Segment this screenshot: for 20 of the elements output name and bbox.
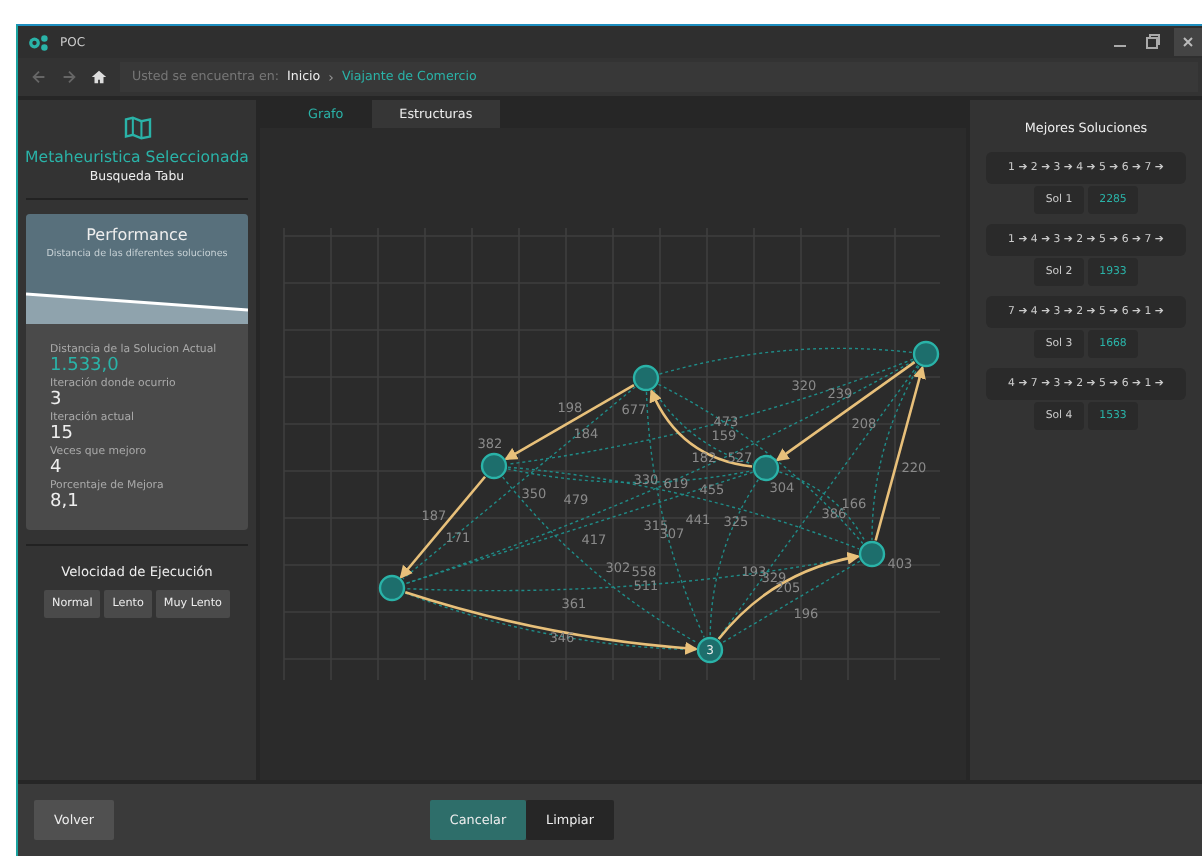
- stat-value: 8,1: [50, 492, 79, 514]
- performance-title: Performance: [86, 226, 188, 244]
- home-icon[interactable]: [90, 68, 108, 86]
- graph-node[interactable]: [631, 364, 659, 392]
- graph-node[interactable]: [751, 454, 779, 482]
- stat-value: 4: [50, 458, 62, 479]
- maximize-icon[interactable]: [1142, 32, 1162, 52]
- route-arrow: [649, 388, 752, 468]
- graph-node[interactable]: [479, 452, 507, 480]
- route-arrow: [398, 475, 485, 579]
- stat-value: 3: [50, 390, 62, 411]
- close-icon[interactable]: [1174, 28, 1202, 56]
- stat-value: 1.533,0: [50, 356, 119, 377]
- map-icon: [123, 116, 151, 140]
- graph-node[interactable]: [857, 540, 885, 568]
- graph-node[interactable]: [911, 340, 939, 368]
- route-arrow: [716, 552, 860, 640]
- graph-node[interactable]: [377, 574, 405, 602]
- app-icon: [28, 33, 50, 51]
- stat-value: 15: [50, 424, 73, 446]
